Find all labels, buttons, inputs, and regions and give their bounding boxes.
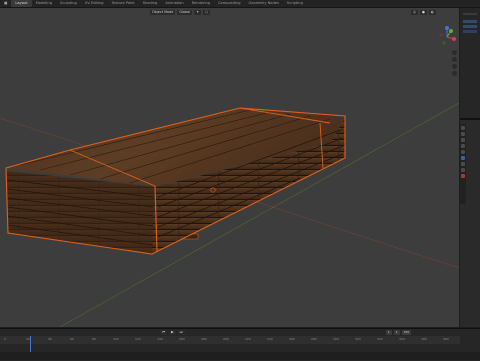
play-icon[interactable]: ▶ xyxy=(169,330,176,335)
modifier-tab-icon[interactable] xyxy=(461,168,465,172)
tab-modeling[interactable]: Modeling xyxy=(32,0,56,7)
transform-orientation-dropdown[interactable]: Global xyxy=(177,10,193,15)
start-frame-field[interactable]: 1 xyxy=(393,330,400,335)
tab-shading[interactable]: Shading xyxy=(139,0,162,7)
world-tab-icon[interactable] xyxy=(461,156,465,160)
camera-view-icon[interactable] xyxy=(452,64,457,69)
material-tab-icon[interactable] xyxy=(461,174,465,178)
tab-sculpting[interactable]: Sculpting xyxy=(56,0,81,7)
frame-tick: 120 xyxy=(135,337,141,341)
frame-tick: 60 xyxy=(70,337,74,341)
frame-tick: 180 xyxy=(201,337,207,341)
frame-tick: 40 xyxy=(48,337,52,341)
perspective-toggle-icon[interactable] xyxy=(452,71,457,76)
current-frame-field[interactable]: 1 xyxy=(385,330,392,335)
tool-tab-icon[interactable] xyxy=(461,126,465,130)
frame-tick: 300 xyxy=(333,337,339,341)
scene-canvas[interactable] xyxy=(0,8,459,327)
frame-tick: 80 xyxy=(92,337,96,341)
tab-compositing[interactable]: Compositing xyxy=(214,0,245,7)
3d-viewport[interactable]: Object Mode Global ✦ ○ ◎ ● ◐ xyxy=(0,8,459,327)
output-tab-icon[interactable] xyxy=(461,138,465,142)
frame-tick: 220 xyxy=(245,337,251,341)
playback-controls: ⏮ ▶ ⏭ 1 1 250 xyxy=(0,329,480,336)
right-panel xyxy=(460,8,480,327)
frame-tick: 400 xyxy=(443,337,449,341)
pan-icon[interactable] xyxy=(452,57,457,62)
viewport-header: Object Mode Global ✦ ○ ◎ ● ◐ xyxy=(0,8,459,17)
frame-ruler[interactable]: 0 20 40 60 80 100 120 140 160 180 200 22… xyxy=(0,336,460,344)
scene-tab-icon[interactable] xyxy=(461,150,465,154)
frame-tick: 320 xyxy=(355,337,361,341)
tab-texture-paint[interactable]: Texture Paint xyxy=(108,0,139,7)
tab-animation[interactable]: Animation xyxy=(161,0,187,7)
app-menu-icon[interactable]: ■ xyxy=(0,0,11,7)
tab-uv-editing[interactable]: UV Editing xyxy=(81,0,108,7)
snap-icon[interactable]: ✦ xyxy=(194,10,202,15)
frame-tick: 0 xyxy=(4,337,6,341)
tab-rendering[interactable]: Rendering xyxy=(188,0,214,7)
render-tab-icon[interactable] xyxy=(461,132,465,136)
view-layer-tab-icon[interactable] xyxy=(461,144,465,148)
frame-tick: 200 xyxy=(223,337,229,341)
jump-end-icon[interactable]: ⏭ xyxy=(177,330,185,335)
frame-tick: 140 xyxy=(157,337,163,341)
frame-tick: 340 xyxy=(377,337,383,341)
shading-solid-icon[interactable]: ● xyxy=(419,10,427,15)
frame-tick: 260 xyxy=(289,337,295,341)
frame-tick: 240 xyxy=(267,337,273,341)
frame-tick: 280 xyxy=(311,337,317,341)
end-frame-field[interactable]: 250 xyxy=(401,330,412,335)
frame-tick: 360 xyxy=(399,337,405,341)
tab-geometry-nodes[interactable]: Geometry Nodes xyxy=(245,0,283,7)
status-bar xyxy=(0,352,480,360)
proportional-edit-icon[interactable]: ○ xyxy=(203,10,210,15)
outliner[interactable] xyxy=(460,8,480,120)
plank-stack-object[interactable] xyxy=(5,107,346,255)
properties-tabs xyxy=(460,124,466,204)
navigation-gizmo[interactable] xyxy=(436,26,458,48)
object-tab-icon[interactable] xyxy=(461,162,465,166)
mode-dropdown[interactable]: Object Mode xyxy=(150,10,176,15)
frame-tick: 380 xyxy=(421,337,427,341)
frame-tick: 100 xyxy=(113,337,119,341)
workspace-bar: ■ Layout Modeling Sculpting UV Editing T… xyxy=(0,0,480,8)
frame-tick: 160 xyxy=(179,337,185,341)
overlay-icon[interactable]: ◎ xyxy=(411,10,418,15)
jump-start-icon[interactable]: ⏮ xyxy=(160,330,168,335)
shading-material-icon[interactable]: ◐ xyxy=(428,10,436,15)
tab-scripting[interactable]: Scripting xyxy=(283,0,307,7)
tab-layout[interactable]: Layout xyxy=(11,0,32,7)
zoom-icon[interactable] xyxy=(452,50,457,55)
